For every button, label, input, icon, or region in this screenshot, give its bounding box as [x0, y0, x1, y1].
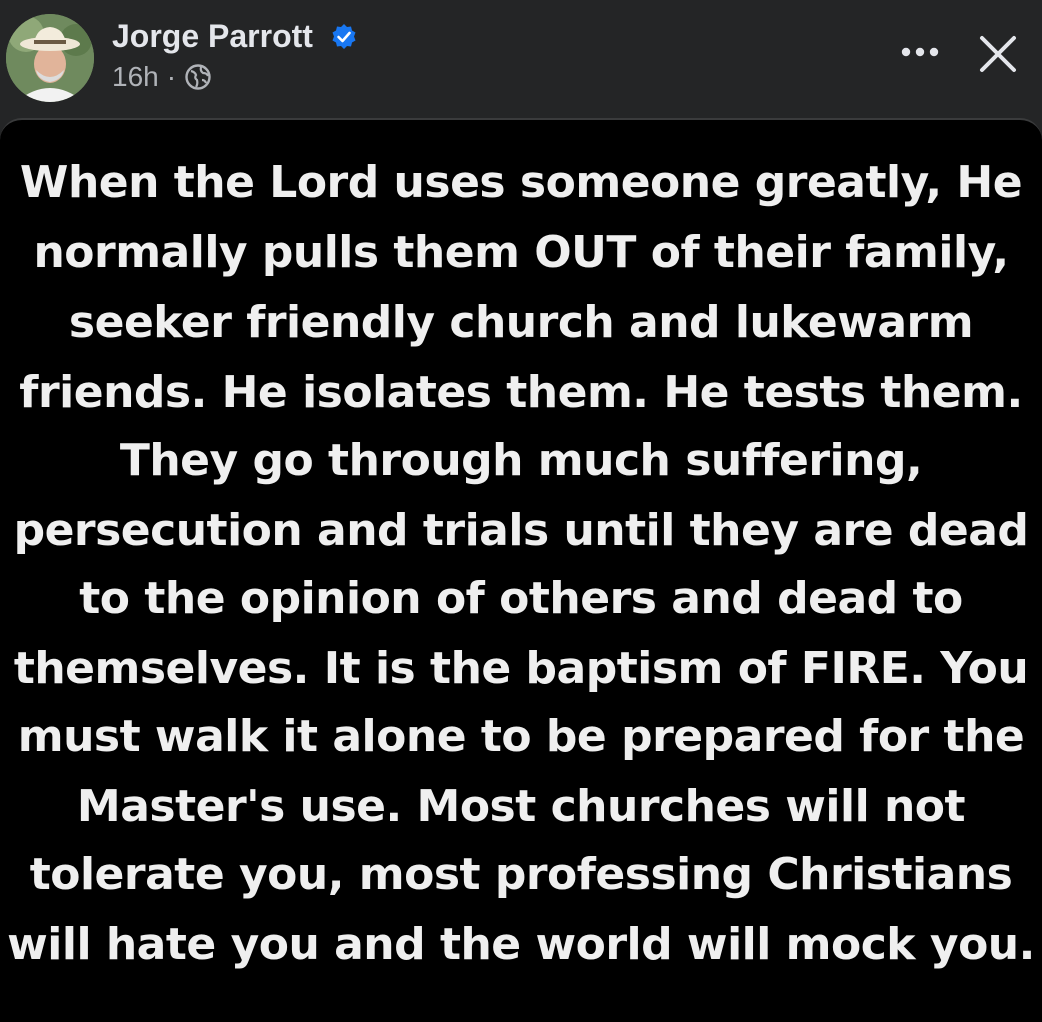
quote-line: When the Lord uses someone greatly, He — [19, 157, 1023, 208]
author-name[interactable]: Jorge Parrott — [112, 16, 313, 56]
verified-badge-icon — [332, 24, 356, 49]
quote-line: friends. He isolates them. He tests them… — [19, 367, 1023, 418]
quote-line: tolerate you, most professing Christians — [29, 849, 1013, 900]
post-image[interactable]: When the Lord uses someone greatly, He n… — [0, 118, 1042, 1022]
quote-line: They go through much suffering, — [119, 435, 923, 486]
avatar[interactable] — [6, 14, 94, 102]
more-options-icon[interactable] — [896, 36, 944, 68]
globe-icon — [185, 64, 211, 90]
quote-line: will hate you and the world will mock yo… — [7, 919, 1035, 970]
quote-line: normally pulls them OUT of their family, — [33, 227, 1009, 278]
quote-line: seeker friendly church and lukewarm — [68, 297, 974, 348]
post-header: Jorge Parrott 16h · — [0, 0, 1042, 118]
avatar-image — [6, 14, 94, 102]
quote-line: Master's use. Most churches will not — [76, 781, 966, 832]
post-meta: 16h · — [112, 58, 212, 96]
quote-line: to the opinion of others and dead to — [79, 573, 963, 624]
post-viewer: Jorge Parrott 16h · When the Lord uses s… — [0, 0, 1042, 1022]
post-timestamp[interactable]: 16h — [112, 61, 159, 93]
close-icon[interactable] — [974, 30, 1022, 78]
quote-line: must walk it alone to be prepared for th… — [17, 711, 1025, 762]
quote-line: themselves. It is the baptism of FIRE. Y… — [13, 643, 1029, 694]
meta-separator: · — [166, 61, 177, 92]
quote-line: persecution and trials until they are de… — [13, 505, 1029, 556]
